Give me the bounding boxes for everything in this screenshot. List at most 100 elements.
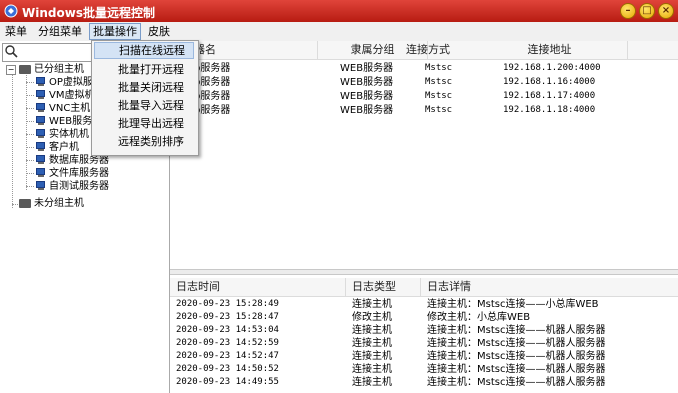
tree-node-label: 未分组主机 (34, 198, 84, 209)
tree-item-selftest[interactable]: 自测试服务器 (35, 180, 109, 193)
maximize-icon: □ (642, 5, 652, 16)
table-row[interactable]: 2020-09-23 15:28:47 修改主机 修改主机：小总库WEB (170, 311, 678, 324)
cell-log-time: 2020-09-23 15:28:47 (176, 312, 279, 322)
cell-log-type: 连接主机 (352, 338, 392, 349)
table-row[interactable]: b服务器 WEB服务器 Mstsc 192.168.1.17:4000 (170, 90, 678, 103)
cell-log-time: 2020-09-23 15:28:49 (176, 299, 279, 309)
cell-log-detail: 连接主机：Mstsc连接——机器人服务器 (427, 338, 606, 349)
computer-icon (35, 103, 47, 113)
table-row[interactable]: 2020-09-23 15:28:49 连接主机 连接主机：Mstsc连接——小… (170, 298, 678, 311)
menu-item-batch-open[interactable]: 批量打开远程 (94, 61, 194, 78)
menu-item-batch-close[interactable]: 批量关闭远程 (94, 79, 194, 96)
menu-item-batch-import[interactable]: 批量导入远程 (94, 97, 194, 114)
cell-group: WEB服务器 (340, 91, 394, 102)
cell-log-detail: 连接主机：Mstsc连接——机器人服务器 (427, 351, 606, 362)
title-bar: Windows批量远程控制 – □ × (0, 0, 678, 22)
tree-node-label: 已分组主机 (34, 64, 84, 75)
cell-log-time: 2020-09-23 14:52:47 (176, 351, 279, 361)
tree-node-label: 文件库服务器 (49, 168, 109, 179)
tree-node-label: 自测试服务器 (49, 181, 109, 192)
menu-item-scan-online[interactable]: 扫描在线远程 (94, 42, 194, 59)
cell-method: Mstsc (425, 91, 453, 101)
cell-log-detail: 连接主机：Mstsc连接——小总库WEB (427, 299, 599, 310)
col-log-detail[interactable]: 日志详情 (421, 278, 678, 296)
cell-log-detail: 修改主机：小总库WEB (427, 312, 531, 323)
minimize-button[interactable]: – (620, 3, 636, 19)
cell-log-type: 连接主机 (352, 364, 392, 375)
table-row[interactable]: b服务器 WEB服务器 Mstsc 192.168.1.16:4000 (170, 76, 678, 89)
table-row[interactable]: 2020-09-23 14:52:59 连接主机 连接主机：Mstsc连接——机… (170, 337, 678, 350)
tree-item-vnc[interactable]: VNC主机 (35, 102, 90, 115)
cell-group: WEB服务器 (340, 77, 394, 88)
table-row[interactable]: 2020-09-23 14:52:47 连接主机 连接主机：Mstsc连接——机… (170, 350, 678, 363)
tree-item-op[interactable]: OP虚拟服 (35, 76, 93, 89)
cell-name: b服务器 (194, 63, 231, 74)
window-title: Windows批量远程控制 (22, 6, 155, 20)
tree-item-vm[interactable]: VM虚拟机 (35, 89, 94, 102)
cell-log-type: 连接主机 (352, 377, 392, 388)
table-row[interactable]: b服务器 WEB服务器 Mstsc 192.168.1.18:4000 (170, 104, 678, 117)
menu-group[interactable]: 分组菜单 (35, 24, 85, 39)
computer-icon (35, 90, 47, 100)
cell-method: Mstsc (425, 105, 453, 115)
cell-address: 192.168.1.200:4000 (503, 63, 601, 73)
computer-icon (35, 142, 47, 152)
table-row[interactable]: b服务器 WEB服务器 Mstsc 192.168.1.200:4000 (170, 62, 678, 75)
cell-log-detail: 连接主机：Mstsc连接——机器人服务器 (427, 377, 606, 388)
menu-skin[interactable]: 皮肤 (145, 24, 173, 39)
table-row[interactable]: 2020-09-23 14:53:04 连接主机 连接主机：Mstsc连接——机… (170, 324, 678, 337)
col-address[interactable]: 连接地址 (472, 41, 628, 59)
cell-log-type: 连接主机 (352, 351, 392, 362)
col-method[interactable]: 连接方式 (384, 41, 472, 59)
tree-node-label: 数据库服务器 (49, 155, 109, 166)
pane-splitter[interactable] (170, 269, 678, 275)
tree-group-grouped[interactable]: 已分组主机 (19, 63, 84, 76)
cell-log-time: 2020-09-23 14:50:52 (176, 364, 279, 374)
cell-name: b服务器 (194, 105, 231, 116)
cell-log-type: 连接主机 (352, 299, 392, 310)
cell-log-time: 2020-09-23 14:53:04 (176, 325, 279, 335)
menu-item-batch-export[interactable]: 批理导出远程 (94, 115, 194, 132)
tree-group-ungrouped[interactable]: 未分组主机 (19, 197, 84, 210)
cell-log-type: 修改主机 (352, 312, 392, 323)
cell-log-detail: 连接主机：Mstsc连接——机器人服务器 (427, 364, 606, 375)
computer-icon (35, 155, 47, 165)
folder-icon (19, 198, 31, 208)
expand-toggle[interactable]: − (6, 65, 16, 75)
main-pane: 器名 隶属分组 连接方式 连接地址 b服务器 WEB服务器 Mstsc 192.… (170, 41, 678, 393)
tree-node-label: 实体机机 (49, 129, 89, 140)
computer-icon (35, 77, 47, 87)
table-row[interactable]: 2020-09-23 14:50:52 连接主机 连接主机：Mstsc连接——机… (170, 363, 678, 376)
maximize-button[interactable]: □ (639, 3, 655, 19)
computer-icon (35, 168, 47, 178)
menu-item-sort-category[interactable]: 远程类别排序 (94, 133, 194, 150)
batch-dropdown-menu: 扫描在线远程 批量打开远程 批量关闭远程 批量导入远程 批理导出远程 远程类别排… (91, 40, 199, 156)
cell-name: b服务器 (194, 77, 231, 88)
tree-node-label: 客户机 (49, 142, 79, 153)
app-logo-icon (4, 4, 18, 18)
cell-log-time: 2020-09-23 14:52:59 (176, 338, 279, 348)
tree-node-label: VM虚拟机 (49, 90, 95, 101)
cell-address: 192.168.1.17:4000 (503, 91, 596, 101)
computer-icon (35, 181, 47, 191)
computer-icon (35, 116, 47, 126)
col-log-type[interactable]: 日志类型 (346, 278, 421, 296)
cell-group: WEB服务器 (340, 105, 394, 116)
col-log-time[interactable]: 日志时间 (170, 278, 346, 296)
cell-log-time: 2020-09-23 14:49:55 (176, 377, 279, 387)
cell-name: b服务器 (194, 91, 231, 102)
tree-item-file[interactable]: 文件库服务器 (35, 167, 109, 180)
tree-node-label: VNC主机 (49, 103, 91, 114)
cell-method: Mstsc (425, 63, 453, 73)
cell-address: 192.168.1.16:4000 (503, 77, 596, 87)
table-row[interactable]: 2020-09-23 14:49:55 连接主机 连接主机：Mstsc连接——机… (170, 376, 678, 389)
cell-address: 192.168.1.18:4000 (503, 105, 596, 115)
computer-icon (35, 129, 47, 139)
close-button[interactable]: × (658, 3, 674, 19)
cell-method: Mstsc (425, 77, 453, 87)
tree-item-physical[interactable]: 实体机机 (35, 128, 89, 141)
menu-batch[interactable]: 批量操作 (89, 23, 141, 40)
cell-group: WEB服务器 (340, 63, 394, 74)
menu-main[interactable]: 菜单 (2, 24, 30, 39)
tree-item-client[interactable]: 客户机 (35, 141, 79, 154)
